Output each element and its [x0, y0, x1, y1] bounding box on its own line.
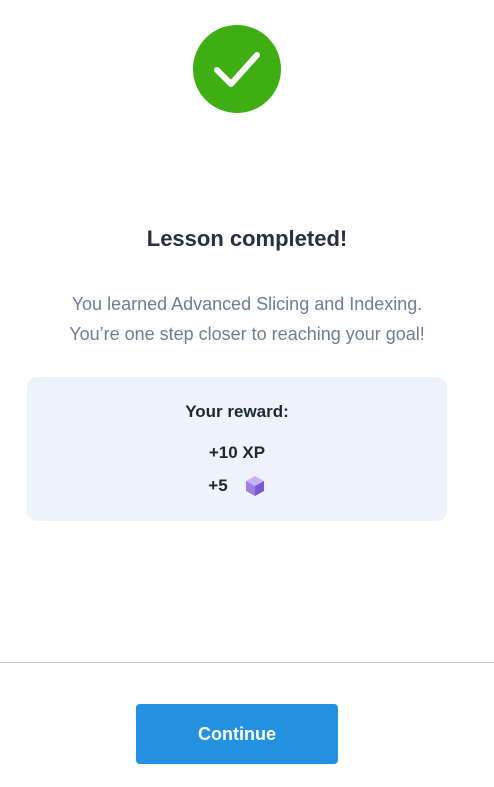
- message-line-1: You learned Advanced Slicing and Indexin…: [71, 294, 423, 314]
- reward-title: Your reward:: [185, 402, 289, 421]
- continue-button[interactable]: Continue: [136, 704, 338, 764]
- completion-message: You learned Advanced Slicing and Indexin…: [0, 289, 494, 349]
- checkmark-icon: [214, 52, 260, 87]
- reward-gems-row: +5: [27, 475, 447, 497]
- message-line-2: You’re one step closer to reaching your …: [69, 324, 425, 344]
- check-circle-icon: [193, 25, 281, 113]
- gem-cube-icon: [244, 475, 266, 497]
- reward-xp: +10 XP: [208, 443, 266, 462]
- page-title: Lesson completed!: [146, 226, 348, 251]
- reward-card: Your reward: +10 XP +5: [27, 377, 447, 521]
- footer-divider: [0, 662, 494, 663]
- lesson-complete-screen: Lesson completed! You learned Advanced S…: [0, 0, 494, 787]
- reward-gems-amount: +5: [208, 476, 228, 495]
